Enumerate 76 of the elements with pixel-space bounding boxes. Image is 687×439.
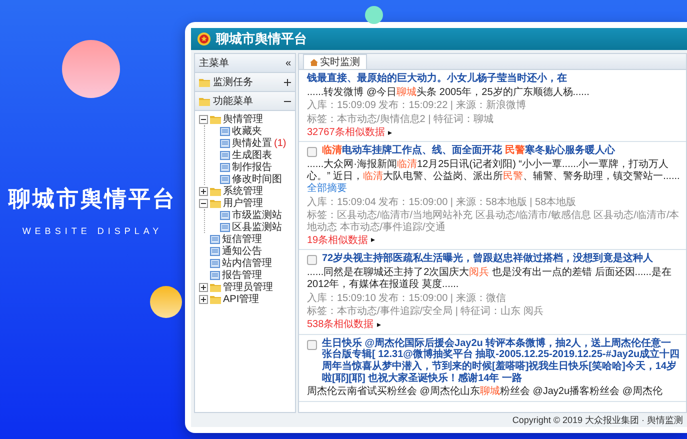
app-title: 聊城市舆情平台 [216, 30, 307, 48]
folder-icon [199, 78, 210, 86]
expand-box-icon[interactable] [199, 282, 208, 292]
news-snippet: 周杰伦云南省试买粉丝会 @周杰伦山东聊城粉丝会 @Jay2u播客粉丝会 @周杰伦 [307, 386, 664, 398]
news-title[interactable]: 钱最直接、最原始的巨大动力。小女儿杨子莹当时还小，在 [307, 73, 567, 85]
folder-icon [199, 96, 210, 106]
news-meta: 入库：15:09:09 发布：15:09:22 | 来源：新浪微博 [307, 100, 527, 112]
news-snippet: ......大众网·海报新闻临清12月25日讯(记者刘阳) “小小一覃......小一覃牌，打动万人心。” 近日，临清大队电警、公益岗、派出所民警、辅警、警务助理，镇交警站一...... 全部摘要 [307, 159, 680, 194]
checkbox[interactable] [307, 340, 317, 350]
page-icon [210, 258, 220, 268]
decor-circle [150, 286, 182, 318]
collapse-button[interactable]: « [285, 58, 291, 68]
page-icon [220, 150, 230, 160]
page-icon [210, 270, 220, 280]
news-meta: 标签：本市动态/舆情信息2 | 特征词：聊城 [307, 114, 494, 126]
expand-box-icon[interactable] [199, 294, 208, 304]
news-snippet: ......转发微博 @今日聊城头条 2005年，25岁的广东顺德人杨...... [307, 86, 590, 98]
folder-icon [210, 282, 221, 292]
checkbox[interactable] [307, 147, 317, 158]
menu-item[interactable]: 收藏夹 [232, 124, 262, 138]
menu-item[interactable]: 制作报告 [232, 160, 272, 174]
count-label: (1) [274, 138, 286, 148]
collapse-box-icon[interactable] [199, 114, 208, 124]
news-title[interactable]: 临清电动车挂牌工作点、线、面全面开花 民警寒冬贴心服务暖人心 [322, 145, 615, 158]
news-meta: 标签：本市动态/事件追踪/安全局 | 特征词：山东 阅兵 [307, 306, 544, 318]
menu-item[interactable]: 短信管理 [222, 232, 262, 246]
menu-item[interactable]: 报告管理 [222, 268, 262, 282]
menu-item[interactable]: 管理员管理 [223, 280, 273, 294]
page-icon [210, 234, 220, 244]
menu-item[interactable]: 生成图表 [232, 148, 272, 162]
similar-count-link[interactable]: 32767条相似数据 [307, 126, 385, 138]
similar-count-link[interactable]: 538条相似数据 [307, 319, 374, 331]
collapse-box-icon[interactable] [199, 198, 208, 208]
menu-item[interactable]: 系统管理 [223, 184, 263, 198]
menu-item[interactable]: 区县监测站 [232, 220, 282, 234]
folder-icon [210, 186, 221, 196]
decor-circle [365, 6, 383, 24]
news-meta: 标签：区县动态/临清市/当地网站补充 区县动态/临清市/敏感信息 区县动态/临清市/本地动态 本市动态/事件追踪/交通 [307, 210, 680, 234]
news-meta: 入库：15:09:10 发布：15:09:00 | 来源：微信 [307, 292, 507, 304]
triangle-icon [371, 238, 376, 242]
menu-item[interactable]: 修改时间图 [232, 172, 282, 186]
full-summary-link[interactable]: 全部摘要 [307, 182, 347, 194]
news-snippet: ......同然是在聊城还主持了2次国庆大阅兵 也是没有出一点的差错 后面还因......是在2012年，有媒体在报道段 莫度...... [307, 267, 672, 291]
news-title[interactable]: 72岁央视主持部医疏私生活曝光，曾跟赵忠祥做过搭档，没想到竟是这种人 [322, 253, 654, 265]
hero-subtitle: WEBSITE DISPLAY [22, 226, 163, 236]
menu-item[interactable]: 舆情处置 [232, 136, 272, 150]
home-icon [310, 58, 318, 66]
page-icon [220, 174, 230, 184]
menu-item[interactable]: 市级监测站 [232, 208, 282, 222]
folder-icon [210, 114, 221, 124]
page-icon [220, 210, 230, 220]
emblem-icon [197, 32, 211, 46]
menu-item[interactable]: 用户管理 [223, 196, 263, 210]
similar-count-link[interactable]: 19条相似数据 [307, 234, 368, 246]
plus-icon[interactable] [284, 78, 291, 86]
folder-icon [210, 294, 221, 304]
hero-title: 聊城市舆情平台 [8, 184, 176, 212]
page-icon [210, 246, 220, 256]
triangle-icon [388, 130, 392, 135]
news-meta: 入库：15:09:04 发布：15:09:00 | 来源：58本地版 | 58本地版 [307, 196, 578, 208]
menu-item[interactable]: 通知公告 [222, 244, 262, 258]
triangle-icon [376, 322, 381, 327]
news-title[interactable]: 生日快乐 @周杰伦国际后援会Jay2u 转评本条微博，抽2人，送上周杰伦任意一张台版专辑[ 12.31@微博抽奖平台 抽取-2005.12.25-2019.12.25-#Jay2u成立十四周年当惊喜从梦中潜入，节到来的时候[羞嗒嗒]祝我生日快乐[笑哈哈]今天，14岁啦[耶][耶] 也祝大家圣诞快乐！感谢14年 一路 [322, 338, 680, 384]
menu-title: 主菜单 [199, 56, 229, 70]
menu-item[interactable]: 站内信管理 [222, 256, 272, 270]
tab[interactable]: 实时监测 [303, 54, 367, 69]
page-icon [220, 126, 230, 136]
page-icon [220, 162, 230, 172]
menu-item[interactable]: 舆情管理 [223, 112, 263, 126]
menu-item[interactable]: API管理 [223, 292, 260, 306]
checkbox[interactable] [307, 255, 317, 266]
page-icon [220, 138, 230, 148]
page-icon [220, 222, 230, 232]
expand-box-icon[interactable] [199, 186, 208, 196]
folder-icon [210, 198, 221, 208]
footer-text: Copyright © 2019 大众报业集团 · 舆情监测 [511, 414, 684, 427]
